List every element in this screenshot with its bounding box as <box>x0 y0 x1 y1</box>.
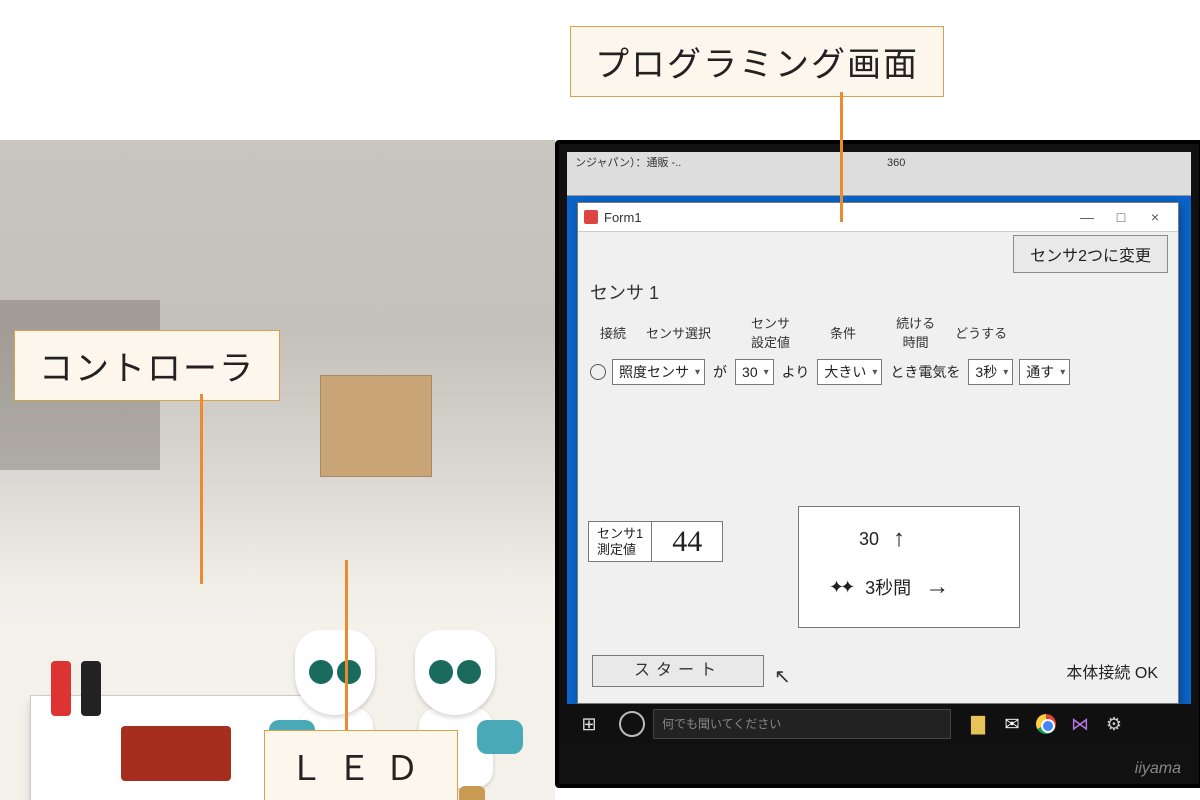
header-condition: 条件 <box>820 311 866 353</box>
header-sensor-setting: センサ 設定値 <box>741 311 800 353</box>
led-board <box>121 726 231 781</box>
callout-line-programming <box>840 92 843 222</box>
alligator-clip-black <box>81 661 101 716</box>
connect-radio[interactable] <box>590 364 606 380</box>
browser-tab-text: ンジャパン）：通販 -.. <box>575 157 681 169</box>
callout-line-controller <box>200 394 203 584</box>
sparkle-icon: ✦✦ <box>829 577 851 598</box>
sensor1-measurement: センサ1 測定値 44 <box>588 521 723 562</box>
settings-icon[interactable]: ⚙ <box>1097 714 1131 735</box>
rule-preview-panel: 30 ↑ ✦✦ 3秒間 → <box>798 506 1020 628</box>
condition-dropdown[interactable]: 大きい ▾ <box>817 359 882 385</box>
window-title: Form1 <box>604 210 642 225</box>
sensor1-section-title: センサ 1 <box>590 279 1166 305</box>
chrome-icon[interactable] <box>1036 714 1056 734</box>
action-value: 通す <box>1024 362 1056 382</box>
chevron-down-icon: ▾ <box>1060 367 1065 378</box>
annotation-led: ＬＥＤ <box>264 730 458 800</box>
office-background <box>0 140 555 780</box>
alligator-clip-red <box>51 661 71 716</box>
chevron-down-icon: ▾ <box>1003 367 1008 378</box>
threshold-display: 30 <box>859 529 879 550</box>
cortana-icon[interactable] <box>619 711 645 737</box>
file-explorer-icon[interactable]: ▇ <box>961 714 995 735</box>
header-sensor-select: センサ選択 <box>636 311 721 353</box>
setting-value: 30 <box>740 364 760 380</box>
action-dropdown[interactable]: 通す ▾ <box>1019 359 1070 385</box>
condition-value: 大きい <box>822 362 868 382</box>
monitor-brand: iiyama <box>1135 760 1181 778</box>
browser-tab-strip: ンジャパン）：通販 -.. 360 <box>567 152 1191 196</box>
taskbar-search-input[interactable]: 何でも聞いてください <box>653 709 951 739</box>
cardboard-box <box>320 375 432 477</box>
desktop: ンジャパン）：通販 -.. 360 Form1 — □ × センサ2つに変更 セ… <box>567 152 1191 744</box>
mouse-cursor-icon: ↖ <box>774 664 791 689</box>
measurement-label: センサ1 測定値 <box>589 522 652 561</box>
setting-value-dropdown[interactable]: 30 ▾ <box>735 359 774 385</box>
minimize-button[interactable]: — <box>1070 209 1104 225</box>
chevron-down-icon: ▾ <box>695 367 700 378</box>
header-duration: 続ける 時間 <box>886 311 945 353</box>
sensor-config-headers: 接続 センサ選択 センサ 設定値 条件 続ける 時間 どうする <box>590 311 1017 353</box>
start-button[interactable]: スタート <box>592 655 764 687</box>
particle-ga: が <box>711 362 729 382</box>
header-action: どうする <box>945 311 1017 353</box>
chevron-down-icon: ▾ <box>764 367 769 378</box>
sensor-select-dropdown[interactable]: 照度センサ ▾ <box>612 359 705 385</box>
mail-icon[interactable]: ✉ <box>995 714 1029 735</box>
sensor-select-value: 照度センサ <box>617 362 691 382</box>
duration-display: 3秒間 <box>865 574 911 600</box>
header-connect: 接続 <box>590 311 636 353</box>
arrow-right-icon: → <box>925 573 949 601</box>
close-button[interactable]: × <box>1138 209 1172 225</box>
particle-yori: より <box>780 362 812 382</box>
app-icon <box>584 210 598 224</box>
callout-line-led <box>345 560 348 730</box>
annotation-programming-screen: プログラミング画面 <box>570 26 944 97</box>
monitor: ンジャパン）：通販 -.. 360 Form1 — □ × センサ2つに変更 セ… <box>555 140 1200 788</box>
sensor1-config-row: 照度センサ ▾ が 30 ▾ より 大きい ▾ とき電気を 3秒 ▾ <box>590 359 1166 385</box>
windows-taskbar: ⊞ 何でも聞いてください ▇ ✉ ⋈ ⚙ <box>567 704 1191 744</box>
duration-value: 3秒 <box>973 362 999 382</box>
form1-window: Form1 — □ × センサ2つに変更 センサ 1 接続 センサ選択 センサ <box>577 202 1179 704</box>
titlebar[interactable]: Form1 — □ × <box>578 203 1178 232</box>
measurement-value: 44 <box>652 525 722 559</box>
chevron-down-icon: ▾ <box>872 367 877 378</box>
when-text: とき電気を <box>888 362 962 382</box>
browser-misc-text: 360 <box>887 156 905 170</box>
maximize-button[interactable]: □ <box>1104 209 1138 225</box>
arrow-up-icon: ↑ <box>893 525 905 553</box>
duration-dropdown[interactable]: 3秒 ▾ <box>968 359 1013 385</box>
start-button-win[interactable]: ⊞ <box>567 714 611 735</box>
annotation-controller: コントローラ <box>14 330 280 401</box>
visual-studio-icon[interactable]: ⋈ <box>1063 714 1097 735</box>
change-to-two-sensors-button[interactable]: センサ2つに変更 <box>1013 235 1168 273</box>
connection-status: 本体接続 OK <box>1066 659 1158 683</box>
